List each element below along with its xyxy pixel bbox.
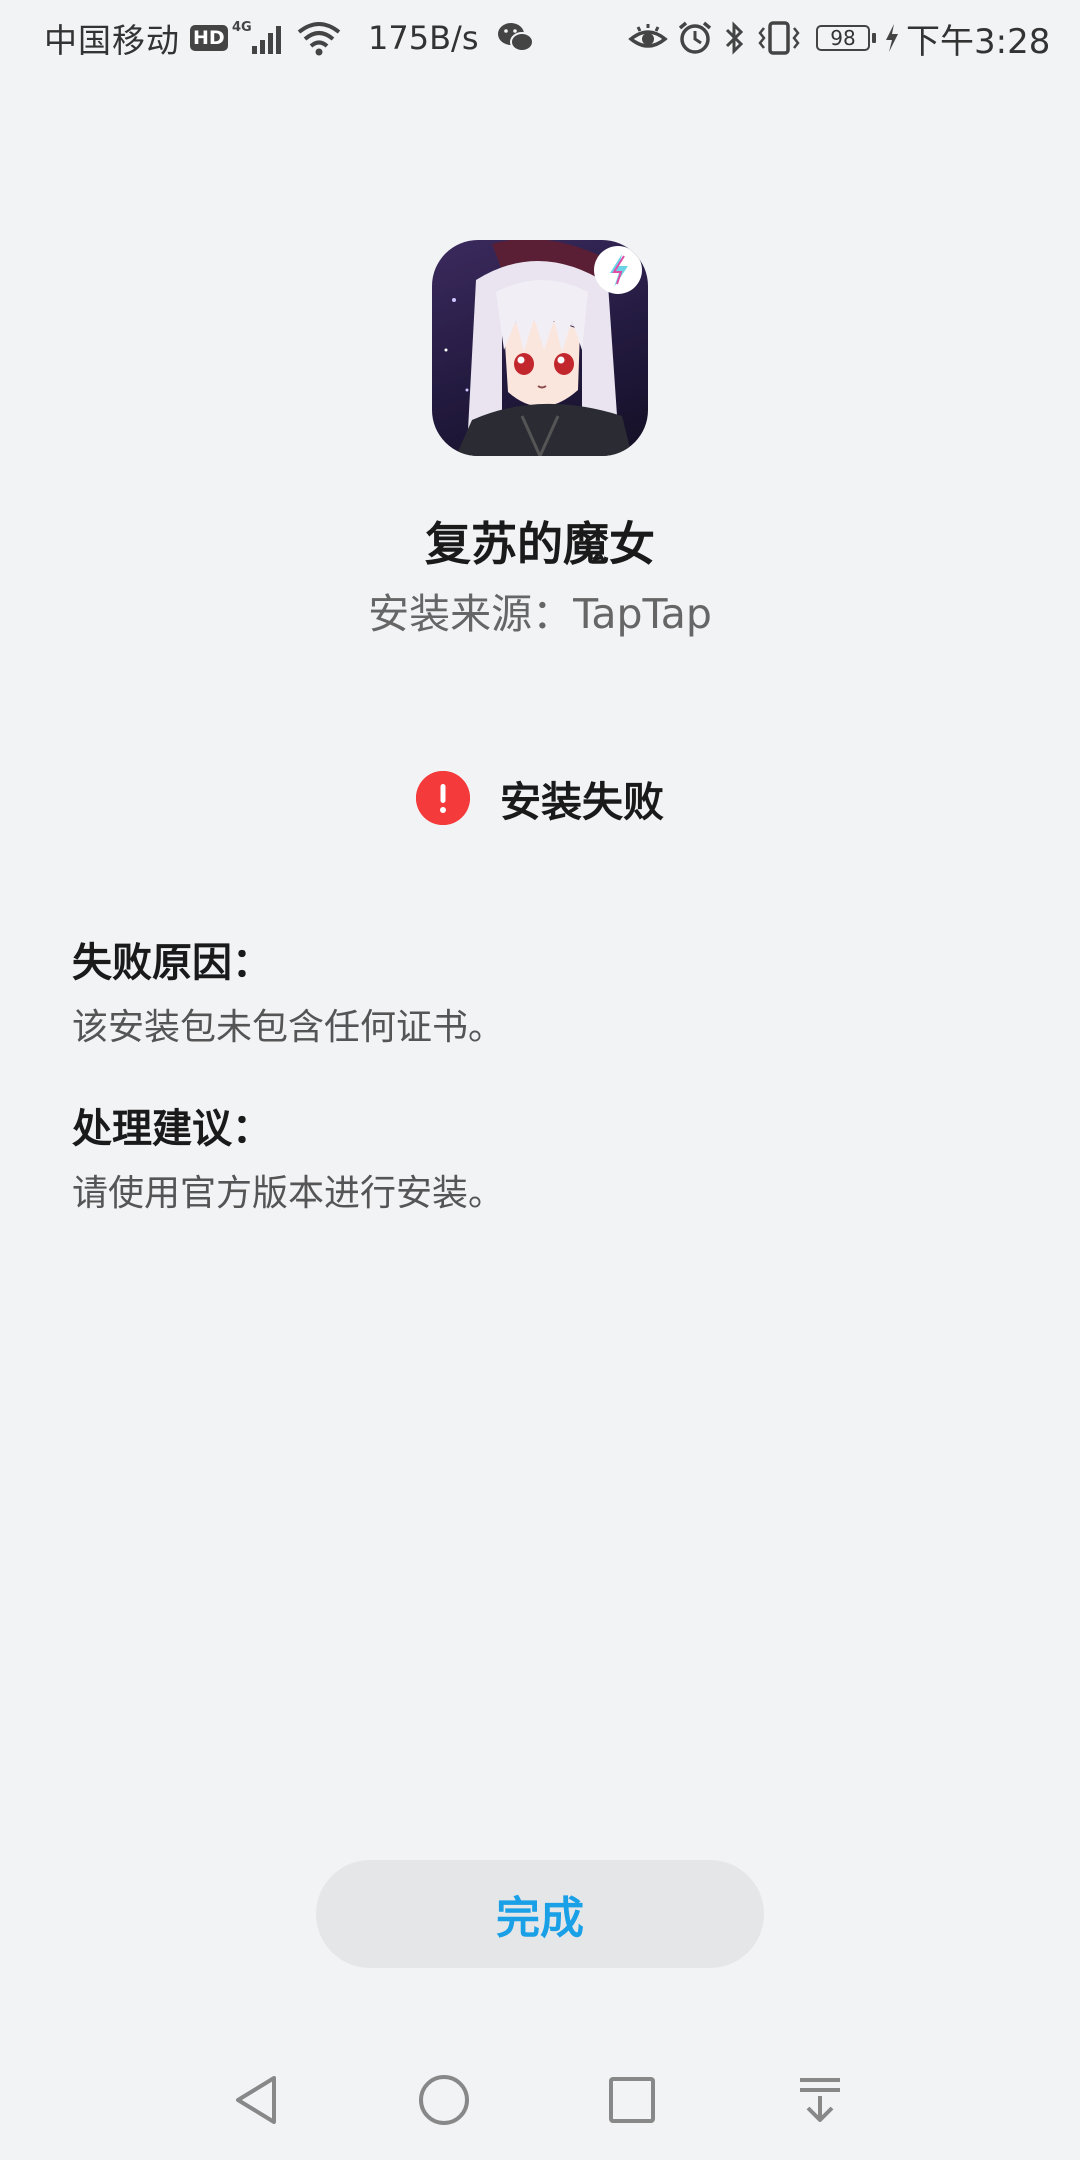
network-type: 4G: [232, 20, 252, 35]
failure-reason-text: 该安装包未包含任何证书。: [72, 1007, 505, 1048]
eye-comfort-icon: [628, 0, 668, 76]
suggestion-title: 处理建议：: [72, 1106, 272, 1152]
cellular-signal-icon: 4G: [232, 0, 292, 76]
vibrate-icon: [756, 0, 802, 76]
bluetooth-icon: [722, 0, 746, 76]
charging-icon: [884, 0, 900, 76]
wifi-icon: [296, 0, 342, 76]
install-result: 安装失败: [0, 770, 1080, 826]
back-icon[interactable]: [220, 2064, 292, 2136]
install-result-screen: 中国移动 HD 4G 175B/s 98 下午3:28 复苏的魔女 安装来源：T…: [0, 0, 1080, 2160]
battery-level: 98: [816, 25, 876, 51]
status-bar: 中国移动 HD 4G 175B/s 98 下午3:28: [0, 0, 1080, 76]
hd-icon: HD: [190, 0, 228, 76]
result-status: 安装失败: [500, 778, 664, 826]
home-icon[interactable]: [408, 2064, 480, 2136]
error-icon: [416, 771, 470, 825]
alarm-icon: [676, 0, 714, 76]
network-speed: 175B/s: [368, 19, 479, 57]
suggestion-text: 请使用官方版本进行安装。: [72, 1173, 505, 1214]
recents-icon[interactable]: [596, 2064, 668, 2136]
carrier-label: 中国移动: [44, 21, 180, 60]
app-icon: [432, 240, 648, 456]
wechat-icon: [496, 0, 536, 76]
battery-icon: 98: [816, 0, 876, 76]
failure-reason-title: 失败原因：: [72, 940, 272, 986]
hd-badge: HD: [190, 25, 228, 51]
clock: 下午3:28: [906, 21, 1051, 62]
app-name: 复苏的魔女: [425, 517, 655, 571]
notification-pulldown-icon[interactable]: [784, 2064, 856, 2136]
install-source: 安装来源：TapTap: [368, 590, 712, 638]
done-button[interactable]: 完成: [316, 1860, 764, 1968]
